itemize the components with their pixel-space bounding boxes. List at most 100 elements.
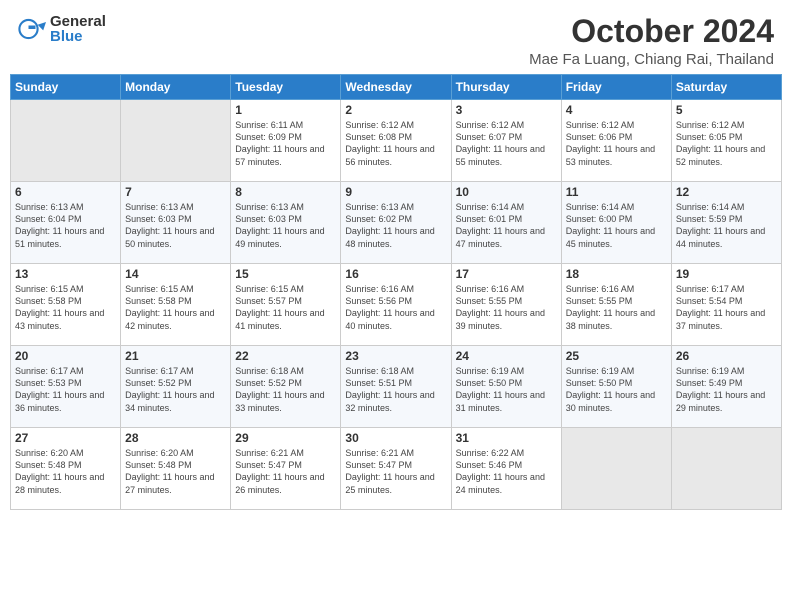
day-number: 17 bbox=[456, 267, 557, 281]
calendar-cell bbox=[121, 100, 231, 182]
day-number: 15 bbox=[235, 267, 336, 281]
calendar-cell: 7 Sunrise: 6:13 AMSunset: 6:03 PMDaylight… bbox=[121, 182, 231, 264]
calendar-cell: 16 Sunrise: 6:16 AMSunset: 5:56 PMDayligh… bbox=[341, 264, 451, 346]
calendar-cell: 22Sunrise: 6:18 AMSunset: 5:52 PMDayligh… bbox=[231, 346, 341, 428]
cell-info: Sunrise: 6:13 AMSunset: 6:03 PMDaylight:… bbox=[125, 201, 226, 250]
day-number: 11 bbox=[566, 185, 667, 199]
subtitle: Mae Fa Luang, Chiang Rai, Thailand bbox=[529, 51, 774, 68]
cell-info: Sunrise: 6:17 AMSunset: 5:53 PMDaylight:… bbox=[15, 365, 116, 414]
calendar-week-row: 27 Sunrise: 6:20 AMSunset: 5:48 PMDayligh… bbox=[11, 428, 782, 510]
header: General Blue October 2024 Mae Fa Luang, … bbox=[0, 0, 792, 74]
calendar-cell: 9 Sunrise: 6:13 AMSunset: 6:02 PMDaylight… bbox=[341, 182, 451, 264]
calendar-week-row: 13 Sunrise: 6:15 AMSunset: 5:58 PMDayligh… bbox=[11, 264, 782, 346]
calendar-cell: 1Sunrise: 6:11 AMSunset: 6:09 PMDaylight… bbox=[231, 100, 341, 182]
cell-info: Sunrise: 6:16 AMSunset: 5:55 PMDaylight:… bbox=[456, 283, 557, 332]
day-number: 26 bbox=[676, 349, 777, 363]
calendar-week-row: 20 Sunrise: 6:17 AMSunset: 5:53 PMDayligh… bbox=[11, 346, 782, 428]
calendar-cell: 30 Sunrise: 6:21 AMSunset: 5:47 PMDayligh… bbox=[341, 428, 451, 510]
day-number: 3 bbox=[456, 103, 557, 117]
cell-info: Sunrise: 6:20 AMSunset: 5:48 PMDaylight:… bbox=[125, 447, 226, 496]
calendar-cell: 15Sunrise: 6:15 AMSunset: 5:57 PMDayligh… bbox=[231, 264, 341, 346]
day-number: 7 bbox=[125, 185, 226, 199]
main-title: October 2024 bbox=[529, 14, 774, 49]
day-number: 30 bbox=[345, 431, 446, 445]
cell-info: Sunrise: 6:14 AMSunset: 6:01 PMDaylight:… bbox=[456, 201, 557, 250]
cell-info: Sunrise: 6:15 AMSunset: 5:58 PMDaylight:… bbox=[125, 283, 226, 332]
cell-info: Sunrise: 6:21 AMSunset: 5:47 PMDaylight:… bbox=[235, 447, 336, 496]
calendar-week-row: 6 Sunrise: 6:13 AMSunset: 6:04 PMDaylight… bbox=[11, 182, 782, 264]
calendar-cell: 5Sunrise: 6:12 AMSunset: 6:05 PMDaylight… bbox=[671, 100, 781, 182]
cell-info: Sunrise: 6:13 AMSunset: 6:04 PMDaylight:… bbox=[15, 201, 116, 250]
col-thursday: Thursday bbox=[451, 75, 561, 100]
cell-info: Sunrise: 6:12 AMSunset: 6:08 PMDaylight:… bbox=[345, 119, 446, 168]
day-number: 18 bbox=[566, 267, 667, 281]
day-number: 31 bbox=[456, 431, 557, 445]
calendar-cell: 14 Sunrise: 6:15 AMSunset: 5:58 PMDayligh… bbox=[121, 264, 231, 346]
calendar-cell: 25Sunrise: 6:19 AMSunset: 5:50 PMDayligh… bbox=[561, 346, 671, 428]
day-number: 14 bbox=[125, 267, 226, 281]
calendar-cell: 31 Sunrise: 6:22 AMSunset: 5:46 PMDayligh… bbox=[451, 428, 561, 510]
cell-info: Sunrise: 6:16 AMSunset: 5:56 PMDaylight:… bbox=[345, 283, 446, 332]
calendar-cell: 2 Sunrise: 6:12 AMSunset: 6:08 PMDaylight… bbox=[341, 100, 451, 182]
day-number: 9 bbox=[345, 185, 446, 199]
cell-info: Sunrise: 6:22 AMSunset: 5:46 PMDaylight:… bbox=[456, 447, 557, 496]
cell-info: Sunrise: 6:14 AMSunset: 6:00 PMDaylight:… bbox=[566, 201, 667, 250]
calendar: Sunday Monday Tuesday Wednesday Thursday… bbox=[0, 74, 792, 612]
calendar-table: Sunday Monday Tuesday Wednesday Thursday… bbox=[10, 74, 782, 510]
col-friday: Friday bbox=[561, 75, 671, 100]
day-number: 8 bbox=[235, 185, 336, 199]
cell-info: Sunrise: 6:14 AMSunset: 5:59 PMDaylight:… bbox=[676, 201, 777, 250]
header-row: Sunday Monday Tuesday Wednesday Thursday… bbox=[11, 75, 782, 100]
logo-icon bbox=[18, 15, 46, 43]
cell-info: Sunrise: 6:17 AMSunset: 5:52 PMDaylight:… bbox=[125, 365, 226, 414]
calendar-cell: 12Sunrise: 6:14 AMSunset: 5:59 PMDayligh… bbox=[671, 182, 781, 264]
cell-info: Sunrise: 6:19 AMSunset: 5:50 PMDaylight:… bbox=[456, 365, 557, 414]
day-number: 4 bbox=[566, 103, 667, 117]
calendar-cell: 8 Sunrise: 6:13 AMSunset: 6:03 PMDaylight… bbox=[231, 182, 341, 264]
calendar-cell: 11 Sunrise: 6:14 AMSunset: 6:00 PMDayligh… bbox=[561, 182, 671, 264]
title-block: October 2024 Mae Fa Luang, Chiang Rai, T… bbox=[529, 14, 774, 68]
day-number: 20 bbox=[15, 349, 116, 363]
day-number: 29 bbox=[235, 431, 336, 445]
day-number: 10 bbox=[456, 185, 557, 199]
calendar-body: 1Sunrise: 6:11 AMSunset: 6:09 PMDaylight… bbox=[11, 100, 782, 510]
day-number: 28 bbox=[125, 431, 226, 445]
day-number: 24 bbox=[456, 349, 557, 363]
day-number: 13 bbox=[15, 267, 116, 281]
cell-info: Sunrise: 6:19 AMSunset: 5:50 PMDaylight:… bbox=[566, 365, 667, 414]
cell-info: Sunrise: 6:19 AMSunset: 5:49 PMDaylight:… bbox=[676, 365, 777, 414]
calendar-cell: 23Sunrise: 6:18 AMSunset: 5:51 PMDayligh… bbox=[341, 346, 451, 428]
page: General Blue October 2024 Mae Fa Luang, … bbox=[0, 0, 792, 612]
calendar-cell: 29 Sunrise: 6:21 AMSunset: 5:47 PMDayligh… bbox=[231, 428, 341, 510]
calendar-cell: 28 Sunrise: 6:20 AMSunset: 5:48 PMDayligh… bbox=[121, 428, 231, 510]
cell-info: Sunrise: 6:16 AMSunset: 5:55 PMDaylight:… bbox=[566, 283, 667, 332]
day-number: 2 bbox=[345, 103, 446, 117]
cell-info: Sunrise: 6:12 AMSunset: 6:05 PMDaylight:… bbox=[676, 119, 777, 168]
calendar-cell: 20 Sunrise: 6:17 AMSunset: 5:53 PMDayligh… bbox=[11, 346, 121, 428]
calendar-cell: 26 Sunrise: 6:19 AMSunset: 5:49 PMDayligh… bbox=[671, 346, 781, 428]
cell-info: Sunrise: 6:12 AMSunset: 6:06 PMDaylight:… bbox=[566, 119, 667, 168]
calendar-cell: 10 Sunrise: 6:14 AMSunset: 6:01 PMDayligh… bbox=[451, 182, 561, 264]
col-tuesday: Tuesday bbox=[231, 75, 341, 100]
day-number: 16 bbox=[345, 267, 446, 281]
calendar-cell: 18 Sunrise: 6:16 AMSunset: 5:55 PMDayligh… bbox=[561, 264, 671, 346]
day-number: 6 bbox=[15, 185, 116, 199]
calendar-cell: 21 Sunrise: 6:17 AMSunset: 5:52 PMDayligh… bbox=[121, 346, 231, 428]
calendar-cell: 24 Sunrise: 6:19 AMSunset: 5:50 PMDayligh… bbox=[451, 346, 561, 428]
cell-info: Sunrise: 6:12 AMSunset: 6:07 PMDaylight:… bbox=[456, 119, 557, 168]
calendar-cell: 6 Sunrise: 6:13 AMSunset: 6:04 PMDaylight… bbox=[11, 182, 121, 264]
calendar-cell bbox=[11, 100, 121, 182]
col-wednesday: Wednesday bbox=[341, 75, 451, 100]
cell-info: Sunrise: 6:21 AMSunset: 5:47 PMDaylight:… bbox=[345, 447, 446, 496]
day-number: 23 bbox=[345, 349, 446, 363]
cell-info: Sunrise: 6:18 AMSunset: 5:52 PMDaylight:… bbox=[235, 365, 336, 414]
cell-info: Sunrise: 6:20 AMSunset: 5:48 PMDaylight:… bbox=[15, 447, 116, 496]
day-number: 27 bbox=[15, 431, 116, 445]
logo-general-text: General bbox=[50, 14, 106, 29]
col-monday: Monday bbox=[121, 75, 231, 100]
day-number: 21 bbox=[125, 349, 226, 363]
calendar-cell: 19Sunrise: 6:17 AMSunset: 5:54 PMDayligh… bbox=[671, 264, 781, 346]
cell-info: Sunrise: 6:13 AMSunset: 6:02 PMDaylight:… bbox=[345, 201, 446, 250]
cell-info: Sunrise: 6:13 AMSunset: 6:03 PMDaylight:… bbox=[235, 201, 336, 250]
logo-blue-text: Blue bbox=[50, 29, 106, 44]
